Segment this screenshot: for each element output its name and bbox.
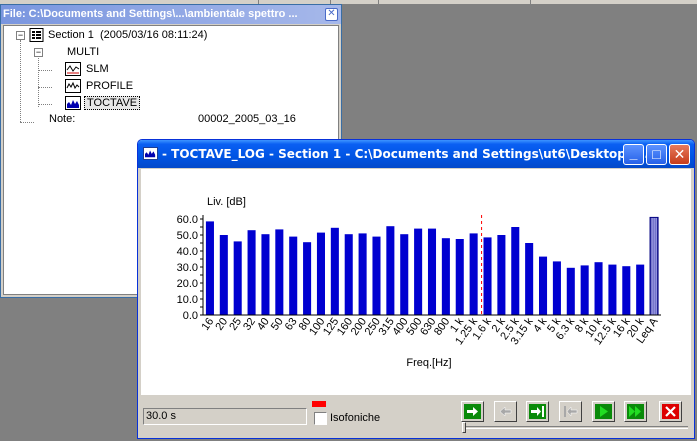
freq-bar[interactable] [316,232,325,315]
stop-button[interactable] [659,401,682,422]
freq-bar[interactable] [289,236,298,315]
section-tree-icon [29,28,44,42]
freq-bar[interactable] [219,235,228,315]
toctave-chart-icon [65,96,81,110]
y-tick-label: 50.0 [177,230,198,242]
tree-connector [20,40,21,122]
y-tick-label: 30.0 [177,262,198,274]
freq-bar[interactable] [303,242,312,315]
play-button[interactable] [592,401,615,422]
freq-bar[interactable] [622,266,631,315]
section-date: (2005/03/16 08:11:24) [100,29,208,41]
section-label: Section 1 [48,29,94,41]
freq-bar[interactable] [372,236,381,315]
freq-bar[interactable] [580,265,589,315]
red-indicator-flag [312,401,326,407]
isofoniche-checkbox[interactable] [314,412,327,425]
freq-bar[interactable] [539,256,548,315]
arrow-right-icon [464,404,481,419]
position-slider-thumb[interactable] [462,422,466,433]
next-arrow-button[interactable] [461,401,484,422]
fast-forward-button[interactable] [624,401,647,422]
freq-bar[interactable] [497,235,506,315]
tree-connector [38,87,52,88]
freq-bar[interactable] [344,234,353,315]
freq-bar[interactable] [525,243,534,315]
profile-chart-icon [65,79,81,93]
freq-bar[interactable] [330,227,339,315]
y-tick-label: 20.0 [177,278,198,290]
y-tick-label: 60.0 [177,214,198,226]
tree-item-slm[interactable]: SLM [86,63,109,75]
position-slider-track[interactable] [462,426,688,429]
isofoniche-label: Isofoniche [330,412,381,424]
octave-chart-area: Liv. [dB] Freq.[Hz] 0.0 10.0 20.0 30.0 40.0 5… [141,169,691,395]
freq-bar[interactable] [483,237,492,315]
note-label: Note: [49,113,76,125]
freq-bar[interactable] [358,233,367,315]
freq-bar[interactable] [608,264,617,315]
freq-bar[interactable] [566,267,575,315]
freq-bar[interactable] [275,229,284,315]
strip-divider [378,0,379,4]
tree-connector [38,56,39,107]
section-collapse-toggle[interactable]: − [16,31,25,40]
chart-y-axis-label: Liv. [dB] [207,196,246,208]
chart-window-titlebar[interactable]: - TOCTAVE_LOG - Section 1 - C:\Documents… [138,140,694,168]
slm-chart-icon [65,62,81,76]
tree-connector [38,70,52,71]
strip-divider [530,0,531,4]
freq-bar[interactable] [400,234,409,315]
multi-collapse-toggle[interactable]: − [34,48,43,57]
back-arrow-button[interactable] [494,401,517,422]
freq-bar[interactable] [552,261,561,315]
freq-bar[interactable] [205,221,214,315]
freq-bar[interactable] [455,239,464,315]
freq-bar[interactable] [386,226,395,315]
note-value: 00002_2005_03_16 [198,113,296,125]
freq-bar[interactable] [427,228,437,315]
freq-bar[interactable] [441,238,450,315]
chart-x-axis-label: Freq.[Hz] [406,357,451,369]
chart-status-bar: 30.0 s Isofoniche [141,398,691,436]
arrow-left-icon [499,406,512,417]
chart-window-title: - TOCTAVE_LOG - Section 1 - C:\Documents… [162,147,654,161]
freq-bar[interactable] [233,241,242,315]
freq-bar[interactable] [261,234,270,315]
toctave-chart-window: - TOCTAVE_LOG - Section 1 - C:\Documents… [137,139,695,439]
minimize-button[interactable]: _ [623,144,644,165]
freq-bar[interactable] [511,227,520,315]
tree-window-close-button[interactable]: ✕ [325,8,338,21]
freq-bar[interactable] [469,233,478,315]
y-tick-label: 10.0 [177,294,198,306]
tree-item-profile[interactable]: PROFILE [86,80,133,92]
y-tick-label: 40.0 [177,246,198,258]
tree-window-title: File: C:\Documents and Settings\...\ambi… [3,8,298,20]
tree-item-section[interactable]: Section 1 (2005/03/16 08:11:24) [48,29,207,41]
bar-to-arrow-icon [564,406,578,417]
tree-connector [20,122,34,123]
jump-end-button[interactable] [526,401,549,422]
y-tick-label: 0.0 [183,310,198,322]
tree-item-toctave[interactable]: TOCTAVE [84,96,141,110]
chart-window-app-icon [143,147,158,160]
freq-bar[interactable] [414,228,423,315]
red-x-icon [662,404,679,419]
tree-connector [38,104,52,105]
fast-forward-icon [627,404,644,419]
jump-start-button[interactable] [559,401,582,422]
maximize-button[interactable]: □ [646,144,667,165]
arrow-to-bar-icon [529,404,546,419]
freq-bar[interactable] [594,262,603,315]
octave-bar-chart: Liv. [dB] Freq.[Hz] 0.0 10.0 20.0 30.0 40.0 5… [177,196,661,369]
elapsed-time-field: 30.0 s [143,408,307,425]
tree-item-multi[interactable]: MULTI [67,46,99,58]
freq-bar[interactable] [636,264,645,315]
freq-bar[interactable] [247,230,256,315]
chart-window-close-button[interactable]: ✕ [669,144,690,165]
play-icon [595,404,612,419]
tree-window-titlebar[interactable]: File: C:\Documents and Settings\...\ambi… [1,5,341,24]
